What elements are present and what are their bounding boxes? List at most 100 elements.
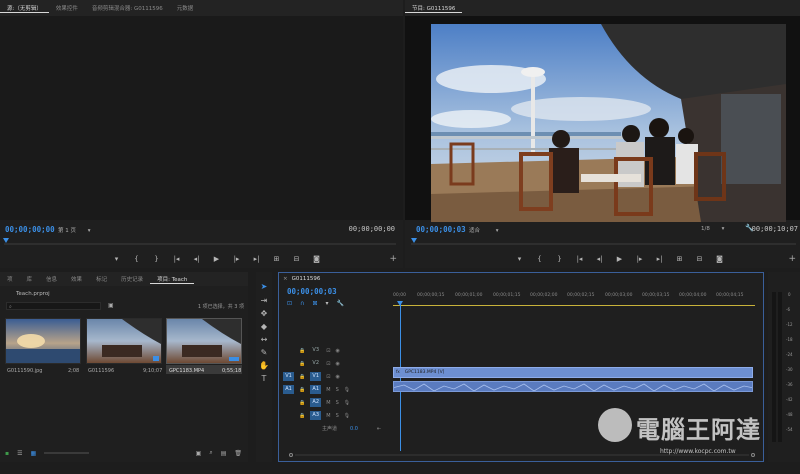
source-patch[interactable] [283,411,294,420]
sequence-tab[interactable]: G0111596 [292,276,321,282]
tab-markers[interactable]: 标记 [89,275,114,283]
source-timecode-in[interactable]: 00;00;00;00 [5,225,55,234]
source-playhead-marker[interactable] [3,238,9,243]
fit-selector[interactable]: 适合 ▾ [469,226,499,234]
sync-lock-icon[interactable]: ⊡ [326,361,330,367]
marker-add-icon[interactable]: ▾ [325,300,328,307]
add-button-icon[interactable]: + [389,254,397,264]
track-target[interactable]: V3 [310,346,321,355]
go-to-end-icon[interactable]: ⇤ [377,426,381,432]
master-value[interactable]: 0.0 [350,426,358,432]
mic-icon[interactable]: 🎙 [344,413,350,419]
mic-icon[interactable]: 🎙 [344,400,350,406]
go-to-out-icon[interactable]: ▸| [655,255,664,263]
sequence-timecode[interactable]: 00;00;00;03 [287,287,337,296]
sync-lock-icon[interactable]: ⊡ [326,348,330,354]
camera-icon[interactable]: ◙ [715,255,724,263]
new-item-icon[interactable]: ▤ [221,450,227,457]
lock-icon[interactable]: 🔒 [299,361,305,367]
mute-button[interactable]: M [326,413,330,419]
hand-icon[interactable]: ✋ [256,361,272,370]
track-target[interactable]: A3 [310,411,322,420]
source-patch[interactable]: A1 [283,385,294,394]
extract-icon[interactable]: ⊟ [695,255,704,263]
new-bin-icon[interactable]: ▣ [108,302,114,309]
sync-lock-icon[interactable]: ⊡ [326,374,330,380]
selection-tool-icon[interactable]: ➤ [256,282,272,291]
program-timecode[interactable]: 00;00;00;03 [416,225,466,234]
track-target[interactable]: A1 [310,385,322,394]
ripple-edit-icon[interactable]: ✥ [256,309,272,318]
marker-icon[interactable]: ▾ [515,255,524,263]
lock-icon[interactable]: 🔒 [299,348,305,354]
track-target[interactable]: V2 [310,359,321,368]
source-patch[interactable] [283,359,294,368]
search-input[interactable]: ⌕ [6,302,101,310]
lift-icon[interactable]: ⊞ [675,255,684,263]
video-clip[interactable]: fx GPC1183.MP4 [V] [393,367,753,378]
audio-clip[interactable] [393,381,753,392]
slip-icon[interactable]: ↔ [256,335,272,344]
tab-libraries[interactable]: 库 [20,275,40,283]
source-patch[interactable] [283,398,294,407]
icon-view-icon[interactable]: ▦ [30,450,36,457]
track-target[interactable]: A2 [310,398,322,407]
settings-wrench-icon[interactable]: 🔧 [336,300,343,307]
source-patch[interactable]: V1 [283,372,294,381]
nest-icon[interactable]: ⊡ [287,300,292,307]
overwrite-icon[interactable]: ⊟ [292,255,301,263]
add-button-icon[interactable]: + [788,254,796,264]
close-icon[interactable]: × [279,276,292,282]
linked-selection-icon[interactable]: ⊠ [312,300,317,307]
lock-icon[interactable]: 🔒 [299,400,305,406]
scroll-handle-left[interactable] [289,453,293,457]
tab-effect-controls[interactable]: 效果控件 [49,4,85,12]
program-playhead-marker[interactable] [411,238,417,243]
mute-button[interactable]: M [326,387,330,393]
step-back-icon[interactable]: ◂| [192,255,201,263]
media-thumb-3[interactable] [166,318,242,364]
track-target[interactable]: V1 [310,372,322,381]
mark-in-icon[interactable]: { [132,255,141,263]
tab-info[interactable]: 信息 [39,275,64,283]
tab-program[interactable]: 节目: G0111596 [405,4,463,13]
media-thumb-2[interactable] [86,318,162,364]
zoom-slider[interactable] [44,452,90,454]
solo-button[interactable]: S [336,413,339,419]
eye-icon[interactable]: ◉ [335,361,339,367]
tab-project[interactable]: 项目: Teach [150,275,195,284]
mute-button[interactable]: M [326,400,330,406]
lock-icon[interactable]: 🔒 [299,374,305,380]
eye-icon[interactable]: ◉ [335,348,339,354]
snap-icon[interactable]: ∩ [300,300,304,307]
pen-icon[interactable]: ✎ [256,348,272,357]
marker-icon[interactable]: ▾ [112,255,121,263]
go-to-in-icon[interactable]: |◂ [172,255,181,263]
page-selector[interactable]: 第 1 页 ▾ [58,226,91,234]
camera-icon[interactable]: ◙ [312,255,321,263]
trash-icon[interactable]: 🗑 [234,450,248,457]
timeline-playhead-marker[interactable] [397,301,403,306]
step-forward-icon[interactable]: |▸ [635,255,644,263]
solo-button[interactable]: S [336,387,339,393]
lock-icon[interactable]: 🔒 [299,387,305,393]
tab-source[interactable]: 源:（无剪辑） [0,4,49,13]
razor-icon[interactable]: ◆ [256,322,272,331]
time-ruler[interactable]: 00;00 00;00;00;15 00;00;01;00 00;00;01;1… [393,293,755,307]
tab-metadata[interactable]: 元数据 [170,4,201,12]
go-to-in-icon[interactable]: |◂ [575,255,584,263]
step-back-icon[interactable]: ◂| [595,255,604,263]
list-view-icon[interactable]: ☰ [17,450,22,457]
source-patch[interactable] [283,346,294,355]
resolution-selector[interactable]: 1/8 ▾ [701,226,724,232]
work-area-bar[interactable] [393,305,755,306]
type-tool-icon[interactable]: T [256,374,272,383]
solo-button[interactable]: S [336,400,339,406]
mic-icon[interactable]: 🎙 [344,387,350,393]
tab-audio-mixer[interactable]: 音频剪辑混合器: G0111596 [85,4,170,12]
source-scrubber[interactable] [4,243,396,245]
lock-icon[interactable]: 🔒 [299,413,305,419]
new-bin-icon[interactable]: ▣ [196,450,202,457]
mark-out-icon[interactable]: } [555,255,564,263]
insert-icon[interactable]: ⊞ [272,255,281,263]
